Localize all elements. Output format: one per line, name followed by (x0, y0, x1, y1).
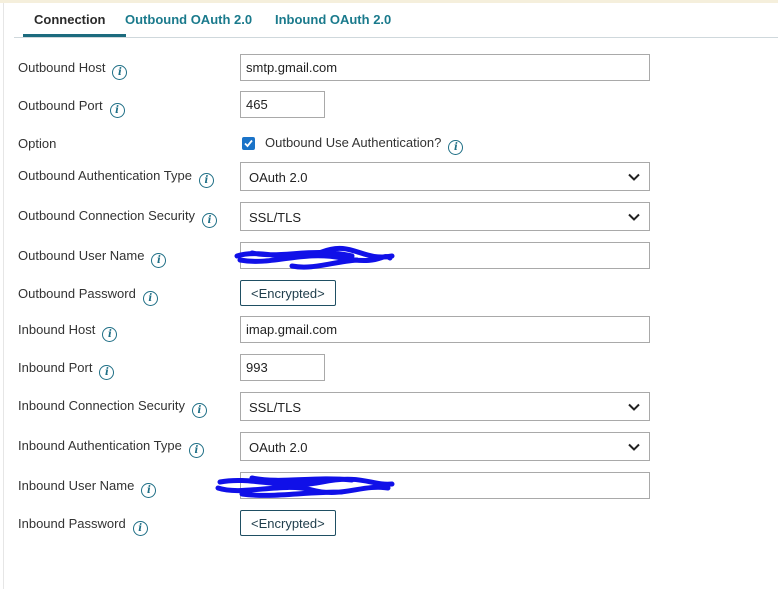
inbound-conn-security-select[interactable]: SSL/TLS (240, 392, 650, 421)
info-icon[interactable]: i (198, 173, 214, 188)
inbound-conn-security-label: Inbound Connection Security i (18, 398, 207, 418)
chevron-down-icon (628, 443, 640, 451)
tab-inbound-oauth[interactable]: Inbound OAuth 2.0 (275, 12, 391, 27)
info-icon[interactable]: i (142, 291, 158, 306)
inbound-port-input[interactable] (240, 354, 325, 381)
info-icon[interactable]: i (99, 365, 115, 380)
outbound-password-label: Outbound Password i (18, 286, 158, 306)
info-icon[interactable]: i (102, 327, 118, 342)
tab-bar: Connection Outbound OAuth 2.0 Inbound OA… (14, 3, 778, 38)
chevron-down-icon (628, 173, 640, 181)
chevron-down-icon (628, 403, 640, 411)
selected-value: SSL/TLS (249, 210, 302, 225)
option-label: Option (18, 136, 57, 151)
info-icon[interactable]: i (188, 443, 204, 458)
inbound-host-input[interactable] (240, 316, 650, 343)
info-icon[interactable]: i (202, 213, 218, 228)
chevron-down-icon (628, 213, 640, 221)
outbound-conn-security-label: Outbound Connection Security i (18, 208, 218, 228)
info-icon[interactable]: i (132, 521, 148, 536)
inbound-password-encrypted-button[interactable]: <Encrypted> (240, 510, 336, 536)
outbound-conn-security-select[interactable]: SSL/TLS (240, 202, 650, 231)
outbound-host-input[interactable] (240, 54, 650, 81)
inbound-user-name-label: Inbound User Name i (18, 478, 157, 498)
inbound-auth-type-label: Inbound Authentication Type i (18, 438, 204, 458)
outbound-auth-type-label: Outbound Authentication Type i (18, 168, 214, 188)
inbound-host-label: Inbound Host i (18, 322, 118, 342)
inbound-auth-type-select[interactable]: OAuth 2.0 (240, 432, 650, 461)
redaction-scribble (234, 245, 395, 270)
active-tab-indicator (23, 34, 126, 37)
redaction-scribble (215, 475, 395, 498)
outbound-password-encrypted-button[interactable]: <Encrypted> (240, 280, 336, 306)
selected-value: OAuth 2.0 (249, 170, 308, 185)
outbound-port-input[interactable] (240, 91, 325, 118)
left-border (3, 3, 4, 589)
selected-value: SSL/TLS (249, 400, 302, 415)
selected-value: OAuth 2.0 (249, 440, 308, 455)
outbound-port-label: Outbound Port i (18, 98, 125, 118)
info-icon[interactable]: i (151, 253, 167, 268)
outbound-use-auth-label: Outbound Use Authentication? i (265, 135, 464, 155)
info-icon[interactable]: i (109, 103, 125, 118)
inbound-password-label: Inbound Password i (18, 516, 148, 536)
tab-connection[interactable]: Connection (34, 12, 106, 27)
info-icon[interactable]: i (141, 483, 157, 498)
outbound-user-name-label: Outbound User Name i (18, 248, 167, 268)
inbound-port-label: Inbound Port i (18, 360, 115, 380)
info-icon[interactable]: i (448, 140, 464, 155)
tab-outbound-oauth[interactable]: Outbound OAuth 2.0 (125, 12, 252, 27)
info-icon[interactable]: i (112, 65, 128, 80)
outbound-host-label: Outbound Host i (18, 60, 128, 80)
outbound-auth-type-select[interactable]: OAuth 2.0 (240, 162, 650, 191)
outbound-use-auth-checkbox[interactable] (242, 137, 255, 150)
info-icon[interactable]: i (191, 403, 207, 418)
checkmark-icon (244, 139, 253, 148)
